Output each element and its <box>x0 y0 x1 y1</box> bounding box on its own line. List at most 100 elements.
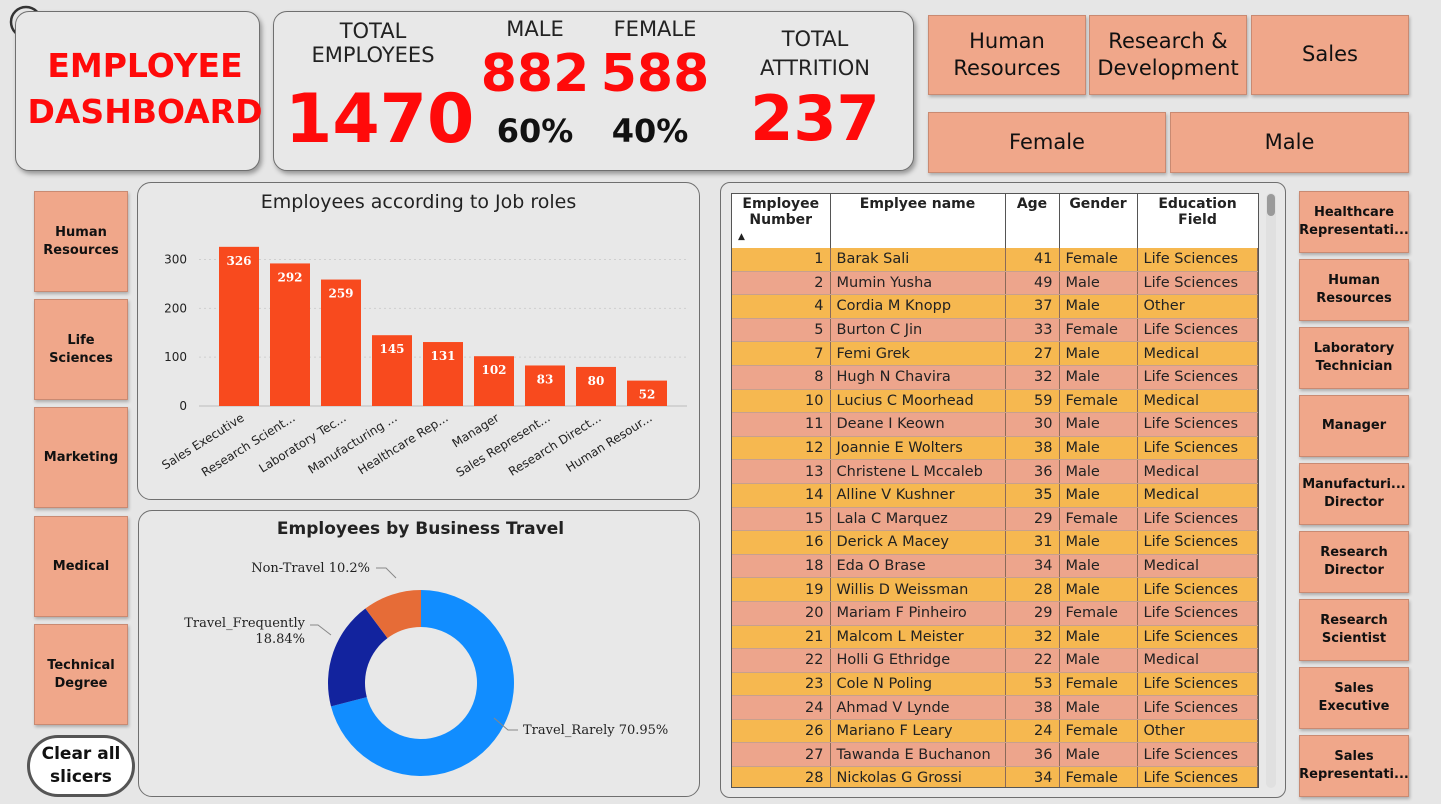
slicer-label: Resources <box>1316 291 1392 306</box>
slicer-education-technical-degree[interactable]: Technical Degree <box>34 624 128 725</box>
cell-gender: Male <box>1059 483 1138 508</box>
table-row[interactable]: 5 Burton C Jin 33 Female Life Sciences <box>732 318 1258 343</box>
slicer-label: Manager <box>1321 418 1387 434</box>
cell-employee-number: 7 <box>732 341 831 366</box>
table-row[interactable]: 15 Lala C Marquez 29 Female Life Sciences <box>732 507 1258 532</box>
table-scrollbar-thumb[interactable] <box>1267 194 1275 216</box>
slicer-job-role[interactable]: Human Resources <box>1299 259 1409 321</box>
clear-all-slicers-button[interactable]: Clear all slicers <box>27 735 135 797</box>
table-row[interactable]: 12 Joannie E Wolters 38 Male Life Sciences <box>732 436 1258 461</box>
employee-table-container: Employee Number ▲ Emplyee name Age Gende… <box>731 193 1259 788</box>
cell-employee-name: Lala C Marquez <box>830 507 1006 532</box>
donut-slice-label: Non-Travel 10.2% <box>251 561 370 576</box>
cell-education-field: Other <box>1137 719 1258 744</box>
column-header-employee-name[interactable]: Emplyee name <box>830 194 1006 248</box>
slicer-job-role[interactable]: Manufacturi... Director <box>1299 463 1409 525</box>
column-header-education-field[interactable]: Education Field <box>1137 194 1258 248</box>
column-header-age[interactable]: Age <box>1005 194 1060 248</box>
table-row[interactable]: 28 Nickolas G Grossi 34 Female Life Sciences <box>732 766 1258 787</box>
bar-data-label: 259 <box>328 287 353 301</box>
slicer-education-medical[interactable]: Medical <box>34 516 128 617</box>
table-row[interactable]: 26 Mariano F Leary 24 Female Other <box>732 719 1258 744</box>
slicer-education-marketing[interactable]: Marketing <box>34 407 128 508</box>
table-row[interactable]: 24 Ahmad V Lynde 38 Male Life Sciences <box>732 695 1258 720</box>
slicer-label: Scientist <box>1321 631 1387 646</box>
cell-education-field: Other <box>1137 294 1258 319</box>
table-row[interactable]: 4 Cordia M Knopp 37 Male Other <box>732 294 1258 319</box>
cell-education-field: Medical <box>1137 648 1258 673</box>
cell-employee-name: Mariano F Leary <box>830 719 1006 744</box>
y-tick-label: 0 <box>179 399 187 413</box>
table-row[interactable]: 19 Willis D Weissman 28 Male Life Sciences <box>732 577 1258 602</box>
slicer-label: Sales <box>1334 749 1374 765</box>
slicer-dept-research-development[interactable]: Research & Development <box>1089 15 1247 95</box>
slicer-label: Director <box>1324 563 1384 578</box>
table-row[interactable]: 27 Tawanda E Buchanon 36 Male Life Sciences <box>732 742 1258 768</box>
bar[interactable] <box>270 263 310 406</box>
cell-age: 36 <box>1005 459 1060 484</box>
x-category-label: Manufacturing ... <box>306 411 400 477</box>
bar-data-label: 145 <box>379 342 404 356</box>
slicer-gender-female[interactable]: Female <box>928 112 1166 173</box>
cell-education-field: Life Sciences <box>1137 271 1258 296</box>
male-value: 882 <box>480 44 590 104</box>
cell-age: 37 <box>1005 294 1060 319</box>
slicer-label: Executive <box>1318 699 1390 714</box>
header-label: Number <box>749 212 813 228</box>
column-header-employee-number[interactable]: Employee Number ▲ <box>732 194 831 248</box>
cell-education-field: Life Sciences <box>1137 601 1258 626</box>
table-row[interactable]: 22 Holli G Ethridge 22 Male Medical <box>732 648 1258 673</box>
table-row[interactable]: 1 Barak Sali 41 Female Life Sciences <box>732 248 1258 272</box>
slicer-job-role[interactable]: Sales Executive <box>1299 667 1409 729</box>
table-row[interactable]: 2 Mumin Yusha 49 Male Life Sciences <box>732 271 1258 296</box>
slicer-dept-sales[interactable]: Sales <box>1251 15 1409 95</box>
cell-education-field: Medical <box>1137 459 1258 484</box>
cell-employee-name: Lucius C Moorhead <box>830 389 1006 414</box>
bar[interactable] <box>219 246 259 406</box>
cell-age: 22 <box>1005 648 1060 673</box>
cell-employee-number: 20 <box>732 601 831 626</box>
y-tick-label: 200 <box>164 301 187 315</box>
cell-employee-number: 21 <box>732 625 831 650</box>
cell-employee-name: Barak Sali <box>830 248 1006 272</box>
slicer-dept-human-resources[interactable]: Human Resources <box>928 15 1086 95</box>
table-row[interactable]: 11 Deane I Keown 30 Male Life Sciences <box>732 412 1258 437</box>
slicer-job-role[interactable]: Manager <box>1299 395 1409 457</box>
slicer-label: Degree <box>54 675 108 691</box>
cell-gender: Male <box>1059 459 1138 484</box>
column-header-gender[interactable]: Gender <box>1059 194 1138 248</box>
slicer-label: Human <box>1328 273 1380 289</box>
table-row[interactable]: 7 Femi Grek 27 Male Medical <box>732 341 1258 366</box>
slicer-label: Life <box>67 332 95 348</box>
table-row[interactable]: 20 Mariam F Pinheiro 29 Female Life Sciences <box>732 601 1258 626</box>
slicer-label: Human <box>55 224 107 240</box>
table-row[interactable]: 14 Alline V Kushner 35 Male Medical <box>732 483 1258 508</box>
table-row[interactable]: 16 Derick A Macey 31 Male Life Sciences <box>732 530 1258 555</box>
cell-education-field: Life Sciences <box>1137 318 1258 343</box>
cell-employee-name: Mumin Yusha <box>830 271 1006 296</box>
table-row[interactable]: 10 Lucius C Moorhead 59 Female Medical <box>732 389 1258 414</box>
cell-gender: Male <box>1059 625 1138 650</box>
table-row[interactable]: 13 Christene L Mccaleb 36 Male Medical <box>732 459 1258 484</box>
slicer-job-role[interactable]: Healthcare Representati... <box>1299 191 1409 253</box>
y-tick-label: 100 <box>164 350 187 364</box>
cell-education-field: Medical <box>1137 341 1258 366</box>
cell-education-field: Medical <box>1137 389 1258 414</box>
table-row[interactable]: 18 Eda O Brase 34 Male Medical <box>732 554 1258 579</box>
slicer-job-role[interactable]: Research Scientist <box>1299 599 1409 661</box>
slicer-job-role[interactable]: Sales Representati... <box>1299 735 1409 797</box>
cell-age: 35 <box>1005 483 1060 508</box>
table-scrollbar[interactable] <box>1266 193 1276 788</box>
female-percent: 40% <box>611 112 689 150</box>
slicer-job-role[interactable]: Research Director <box>1299 531 1409 593</box>
table-row[interactable]: 8 Hugh N Chavira 32 Male Life Sciences <box>732 365 1258 390</box>
slicer-education-life-sciences[interactable]: Life Sciences <box>34 299 128 400</box>
cell-age: 38 <box>1005 695 1060 720</box>
slicer-education-human-resources[interactable]: Human Resources <box>34 191 128 292</box>
table-row[interactable]: 23 Cole N Poling 53 Female Life Sciences <box>732 672 1258 697</box>
cell-education-field: Life Sciences <box>1137 248 1258 272</box>
slicer-job-role[interactable]: Laboratory Technician <box>1299 327 1409 389</box>
bar-data-label: 83 <box>537 372 554 386</box>
slicer-gender-male[interactable]: Male <box>1170 112 1409 173</box>
table-row[interactable]: 21 Malcom L Meister 32 Male Life Sciences <box>732 625 1258 650</box>
